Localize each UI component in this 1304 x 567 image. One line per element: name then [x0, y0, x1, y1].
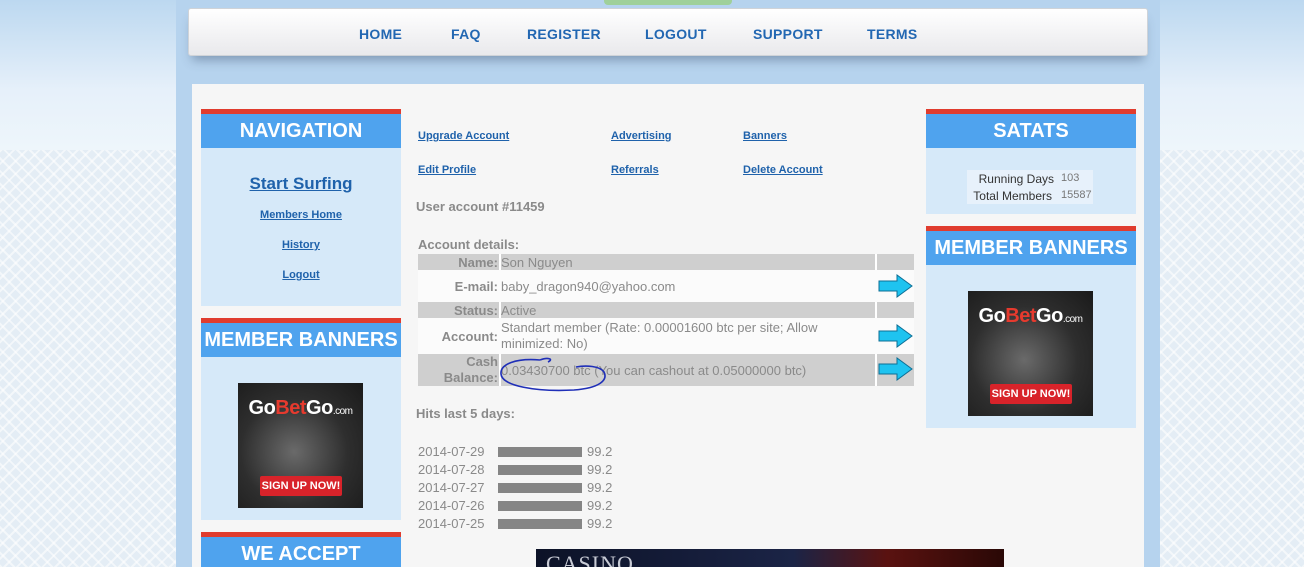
- sign-up-now-button[interactable]: SIGN UP NOW!: [260, 476, 342, 496]
- total-members-label: Total Members: [973, 189, 1052, 203]
- hits-date: 2014-07-28: [418, 462, 485, 477]
- sign-up-now-button[interactable]: SIGN UP NOW!: [990, 384, 1072, 404]
- name-label: Name:: [458, 255, 498, 270]
- nav-faq[interactable]: FAQ: [451, 26, 481, 42]
- nav-terms[interactable]: TERMS: [867, 26, 918, 42]
- we-accept-title: WE ACCEPT: [201, 532, 401, 567]
- gobetgo-logo: GoBetGo.com: [248, 397, 353, 419]
- account-label: Account:: [441, 329, 498, 344]
- hits-value: 99.2: [587, 462, 613, 477]
- gobetgo-banner-ad[interactable]: GoBetGo.com SIGN UP NOW!: [238, 383, 363, 508]
- running-days-value: 103: [1061, 172, 1080, 184]
- hits-bar: [498, 519, 582, 529]
- hits-value: 99.2: [587, 444, 613, 459]
- detail-row-email: E-mail: baby_dragon940@yahoo.com: [418, 270, 914, 302]
- upgrade-account-link[interactable]: Upgrade Account: [418, 130, 509, 142]
- casino-banner-ad[interactable]: CASINO: [536, 549, 1004, 567]
- stats-table: Running Days 103 Total Members 15587: [967, 170, 1093, 204]
- hits-date: 2014-07-29: [418, 444, 485, 459]
- gobetgo-banner-ad[interactable]: GoBetGo.com SIGN UP NOW!: [968, 291, 1093, 416]
- we-accept-box: WE ACCEPT: [201, 532, 401, 567]
- hits-value: 99.2: [587, 516, 613, 531]
- nav-support[interactable]: SUPPORT: [753, 26, 823, 42]
- hits-heading: Hits last 5 days:: [416, 406, 515, 421]
- hits-date: 2014-07-26: [418, 498, 485, 513]
- referrals-link[interactable]: Referrals: [611, 164, 659, 176]
- account-details-heading: Account details:: [418, 237, 520, 252]
- status-label: Status:: [453, 303, 498, 318]
- detail-row-cash-balance: Cash Balance: 0.03430700 btc (You can cas…: [418, 354, 914, 386]
- navigation-box: NAVIGATION Start Surfing Members Home Hi…: [201, 109, 401, 306]
- edit-email-button[interactable]: [877, 273, 914, 304]
- total-members-value: 15587: [1061, 189, 1092, 201]
- ink-circle-annotation: [500, 357, 606, 392]
- name-value: Son Nguyen: [501, 255, 573, 270]
- members-home-link[interactable]: Members Home: [201, 209, 401, 221]
- left-member-banners-title: MEMBER BANNERS: [201, 318, 401, 357]
- right-member-banners-title: MEMBER BANNERS: [926, 226, 1136, 265]
- hits-bar: [498, 483, 582, 493]
- email-value: baby_dragon940@yahoo.com: [501, 279, 676, 294]
- detail-row-name: Name: Son Nguyen: [418, 254, 914, 270]
- account-value: Standart member (Rate: 0.00001600 btc pe…: [501, 320, 818, 351]
- start-surfing-link[interactable]: Start Surfing: [201, 174, 401, 194]
- gobetgo-logo: GoBetGo.com: [978, 305, 1083, 327]
- banners-link[interactable]: Banners: [743, 130, 787, 142]
- detail-row-account: Account: Standart member (Rate: 0.000016…: [418, 318, 914, 354]
- upgrade-account-button[interactable]: [877, 323, 914, 354]
- nav-home[interactable]: HOME: [359, 26, 402, 42]
- user-account-heading: User account #11459: [416, 199, 545, 214]
- nav-register[interactable]: REGISTER: [527, 26, 601, 42]
- hits-value: 99.2: [587, 498, 613, 513]
- nav-logout[interactable]: LOGOUT: [645, 26, 707, 42]
- delete-account-link[interactable]: Delete Account: [743, 164, 823, 176]
- casino-banner-text: CASINO: [546, 551, 634, 567]
- top-navigation-bar: HOME FAQ REGISTER LOGOUT SUPPORT TERMS: [188, 8, 1148, 56]
- stats-title: SATATS: [926, 109, 1136, 148]
- right-arrow-icon: [878, 357, 913, 381]
- hits-bar: [498, 465, 582, 475]
- hits-bar: [498, 447, 582, 457]
- logout-link[interactable]: Logout: [201, 269, 401, 281]
- running-days-label: Running Days: [978, 172, 1054, 186]
- stats-box: SATATS Running Days 103 Total Members 15…: [926, 109, 1136, 214]
- detail-row-status: Status: Active: [418, 302, 914, 318]
- advertising-link[interactable]: Advertising: [611, 130, 672, 142]
- cash-balance-label: Cash Balance:: [443, 354, 498, 385]
- hits-bar: [498, 501, 582, 511]
- left-member-banners-box: MEMBER BANNERS GoBetGo.com SIGN UP NOW!: [201, 318, 401, 520]
- right-arrow-icon: [878, 274, 913, 298]
- cashout-button[interactable]: [877, 356, 914, 387]
- history-link[interactable]: History: [201, 239, 401, 251]
- right-arrow-icon: [878, 324, 913, 348]
- right-member-banners-box: MEMBER BANNERS GoBetGo.com SIGN UP NOW!: [926, 226, 1136, 428]
- hits-value: 99.2: [587, 480, 613, 495]
- hits-date: 2014-07-27: [418, 480, 485, 495]
- email-label: E-mail:: [454, 279, 498, 294]
- edit-profile-link[interactable]: Edit Profile: [418, 164, 476, 176]
- navigation-title: NAVIGATION: [201, 109, 401, 148]
- top-tab-accent: [604, 0, 732, 5]
- hits-date: 2014-07-25: [418, 516, 485, 531]
- status-value: Active: [501, 303, 537, 318]
